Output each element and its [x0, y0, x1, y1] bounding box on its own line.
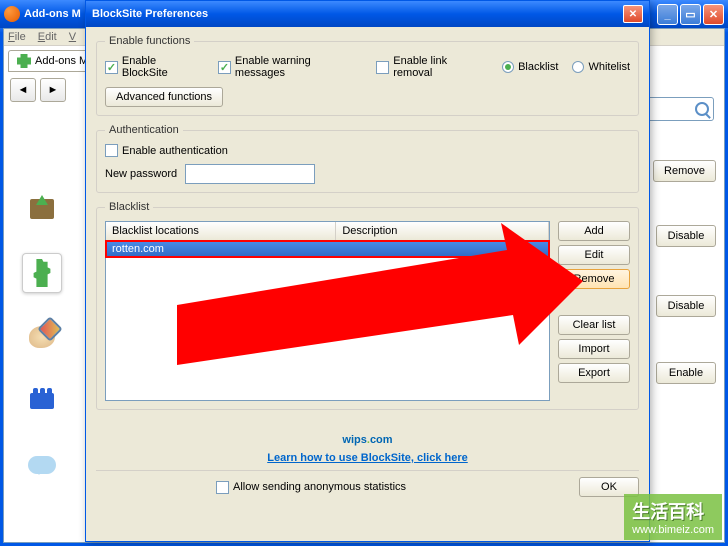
minimize-button[interactable]: _	[657, 4, 678, 25]
maximize-button[interactable]: ▭	[680, 4, 701, 25]
category-plugins[interactable]	[22, 381, 62, 421]
checkbox-icon	[105, 144, 118, 157]
category-get-addons[interactable]	[22, 189, 62, 229]
advanced-functions-button[interactable]: Advanced functions	[105, 87, 223, 107]
allow-stats-checkbox[interactable]: Allow sending anonymous statistics	[216, 481, 406, 494]
clear-list-button[interactable]: Clear list	[558, 315, 630, 335]
authentication-legend: Authentication	[105, 124, 183, 136]
menu-file[interactable]: File	[8, 31, 26, 43]
blacklist-legend: Blacklist	[105, 201, 153, 213]
enable-functions-group: Enable functions Enable BlockSite Enable…	[96, 35, 639, 116]
menu-view[interactable]: V	[69, 31, 76, 43]
whitelist-radio[interactable]: Whitelist	[572, 61, 630, 73]
dialog-footer: wips.com Learn how to use BlockSite, cli…	[96, 418, 639, 497]
wips-logo: wips.com	[96, 418, 639, 450]
forward-button[interactable]: ►	[40, 78, 66, 102]
new-password-input[interactable]	[185, 164, 315, 184]
addons-search[interactable]	[644, 97, 714, 121]
new-password-label: New password	[105, 168, 177, 180]
watermark-url: www.bimeiz.com	[632, 524, 714, 536]
firefox-icon	[4, 6, 20, 22]
addon-enable-button[interactable]: Enable	[656, 362, 716, 384]
export-button[interactable]: Export	[558, 363, 630, 383]
enable-authentication-checkbox[interactable]: Enable authentication	[105, 144, 228, 157]
watermark-text: 生活百科	[632, 498, 714, 524]
puzzle-icon	[28, 259, 56, 287]
blacklist-radio[interactable]: Blacklist	[502, 61, 558, 73]
dialog-title: BlockSite Preferences	[92, 8, 208, 20]
checkbox-icon	[105, 61, 118, 74]
lego-icon	[30, 393, 54, 409]
cloud-icon	[28, 456, 56, 474]
close-button[interactable]: ✕	[703, 4, 724, 25]
download-icon	[30, 199, 54, 219]
enable-functions-legend: Enable functions	[105, 35, 194, 47]
firefox-title: Add-ons M	[24, 8, 81, 20]
enable-blocksite-checkbox[interactable]: Enable BlockSite	[105, 55, 204, 79]
list-item-selected[interactable]: rotten.com	[106, 241, 549, 257]
blacklist-group: Blacklist Blacklist locations Descriptio…	[96, 201, 639, 410]
list-header: Blacklist locations Description	[106, 222, 549, 241]
add-button[interactable]: Add	[558, 221, 630, 241]
enable-link-removal-checkbox[interactable]: Enable link removal	[376, 55, 488, 79]
dialog-titlebar: BlockSite Preferences ✕	[86, 1, 649, 27]
enable-warning-checkbox[interactable]: Enable warning messages	[218, 55, 362, 79]
dialog-close-button[interactable]: ✕	[623, 5, 643, 23]
column-locations[interactable]: Blacklist locations	[106, 222, 336, 240]
remove-button[interactable]: Remove	[558, 269, 630, 289]
edit-button[interactable]: Edit	[558, 245, 630, 265]
blacklist-listbox[interactable]: Blacklist locations Description rotten.c…	[105, 221, 550, 401]
addon-disable-button[interactable]: Disable	[656, 225, 716, 247]
checkbox-icon	[218, 61, 231, 74]
puzzle-icon	[17, 54, 31, 68]
back-button[interactable]: ◄	[10, 78, 36, 102]
category-services[interactable]	[22, 445, 62, 485]
blacklist-buttons: Add Edit Remove Clear list Import Export	[558, 221, 630, 401]
import-button[interactable]: Import	[558, 339, 630, 359]
checkbox-icon	[376, 61, 389, 74]
category-extensions[interactable]	[22, 253, 62, 293]
radio-icon	[502, 61, 514, 73]
addons-categories	[22, 189, 62, 485]
addon-disable-button-2[interactable]: Disable	[656, 295, 716, 317]
authentication-group: Authentication Enable authentication New…	[96, 124, 639, 193]
menu-edit[interactable]: Edit	[38, 31, 57, 43]
checkbox-icon	[216, 481, 229, 494]
learn-link[interactable]: Learn how to use BlockSite, click here	[96, 452, 639, 464]
radio-icon	[572, 61, 584, 73]
column-description[interactable]: Description	[336, 222, 549, 240]
blocksite-preferences-dialog: BlockSite Preferences ✕ Enable functions…	[85, 0, 650, 542]
palette-icon	[29, 326, 55, 348]
category-appearance[interactable]	[22, 317, 62, 357]
watermark: 生活百科 www.bimeiz.com	[624, 494, 722, 540]
addon-remove-button[interactable]: Remove	[653, 160, 716, 182]
search-icon	[695, 102, 709, 116]
